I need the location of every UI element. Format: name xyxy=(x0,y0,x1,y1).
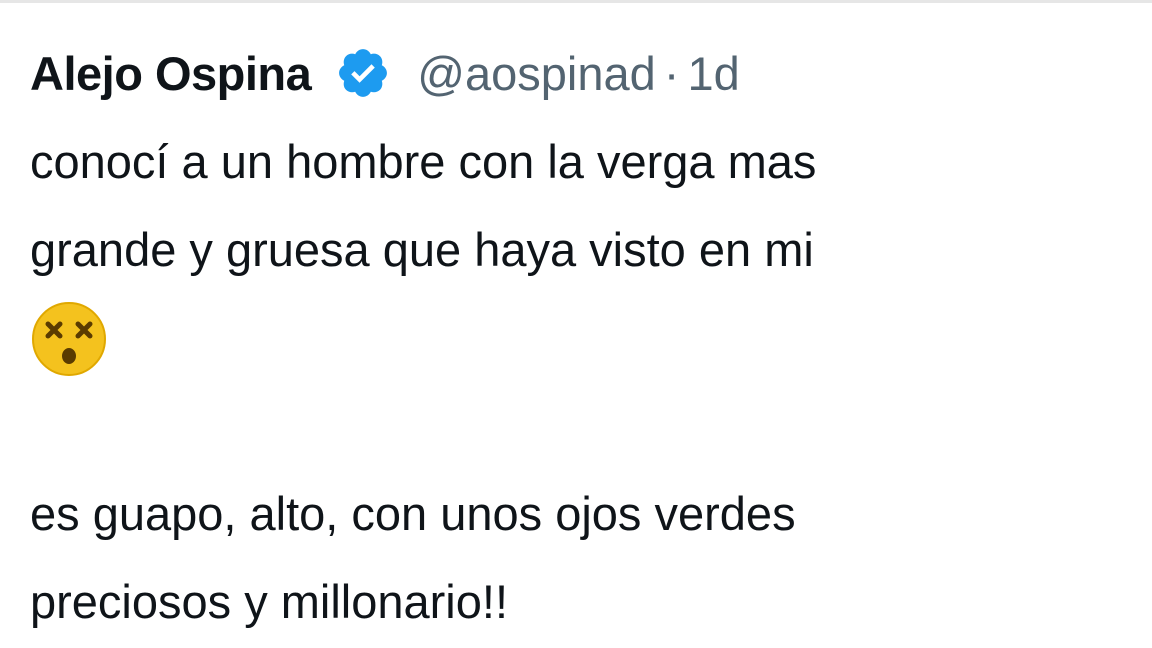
tweet-header: Alejo Ospina @aospinad · 1d xyxy=(30,28,1152,118)
author-display-name[interactable]: Alejo Ospina xyxy=(30,46,312,101)
tweet-text: conocí a un hombre con la verga mas gran… xyxy=(30,118,1152,646)
verified-badge-icon[interactable] xyxy=(335,45,391,101)
tweet-text-line: conocí a un hombre con la verga mas xyxy=(30,135,817,188)
tweet-text-line: grande y gruesa que haya visto en mi xyxy=(30,223,814,276)
tweet-text-line: es guapo, alto, con unos ojos verdes xyxy=(30,487,796,540)
author-handle[interactable]: @aospinad xyxy=(417,46,656,101)
emoji-line xyxy=(30,294,1152,382)
tweet[interactable]: Alejo Ospina @aospinad · 1d conocí a un … xyxy=(30,28,1152,648)
tweet-timestamp[interactable]: 1d xyxy=(687,46,739,101)
top-divider xyxy=(0,0,1152,3)
separator-dot: · xyxy=(663,46,680,100)
face-with-crossed-out-eyes-icon xyxy=(32,302,106,376)
tweet-text-line: preciosos y millonario!! xyxy=(30,575,509,628)
